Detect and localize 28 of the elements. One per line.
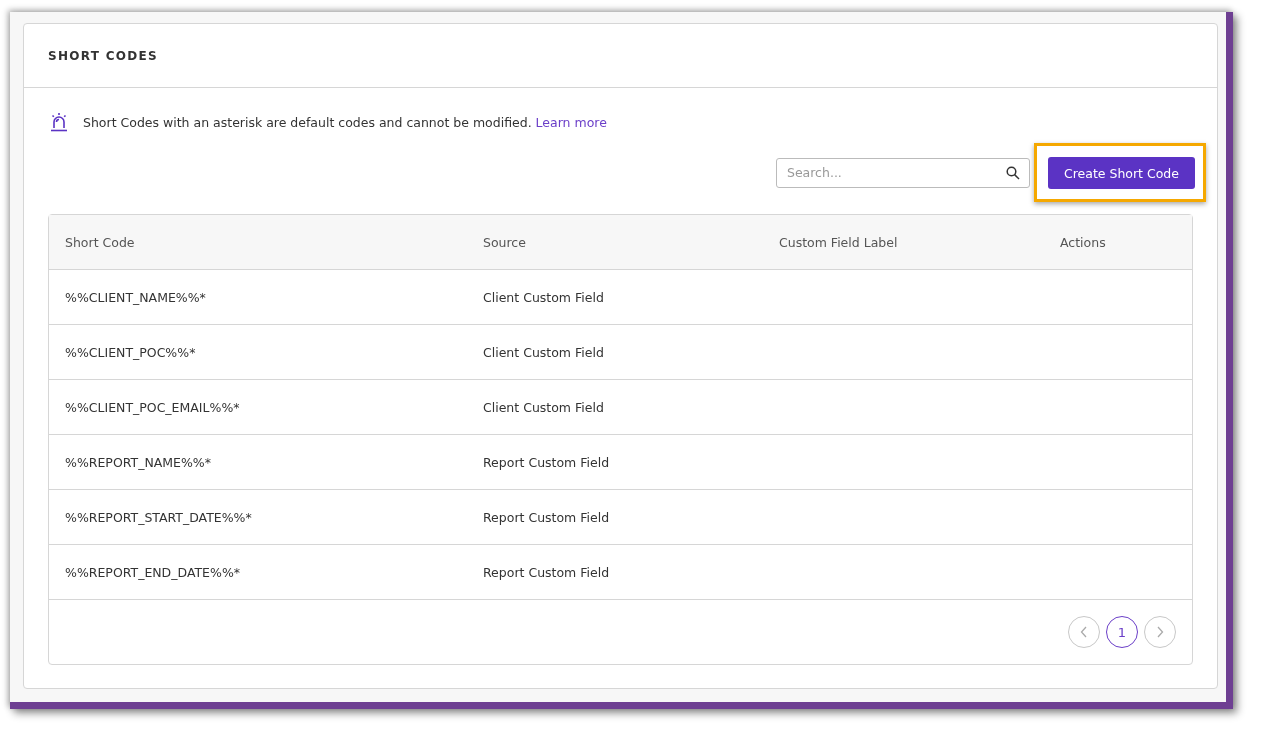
table-cell: %%REPORT_END_DATE%%* (65, 564, 241, 580)
column-header: Custom Field Label (763, 215, 1044, 270)
table-cell: %%REPORT_NAME%%* (65, 454, 211, 470)
notice-text: Short Codes with an asterisk are default codes and cannot be modified. Learn more (83, 114, 607, 130)
table-cell: Report Custom Field (483, 509, 610, 525)
next-page-button[interactable] (1144, 616, 1176, 648)
previous-page-button[interactable] (1068, 616, 1100, 648)
chevron-right-icon (1156, 626, 1164, 638)
table-cell: %%CLIENT_POC%%* (65, 344, 196, 360)
column-header: Short Code (49, 215, 467, 270)
chevron-left-icon (1080, 626, 1088, 638)
table-cell: Client Custom Field (483, 344, 604, 360)
page-button[interactable]: 1 (1106, 616, 1138, 648)
alarm-icon (50, 112, 68, 132)
table-cell: %%CLIENT_POC_EMAIL%%* (65, 399, 240, 415)
table-cell: Client Custom Field (483, 289, 604, 305)
table-cell: %%REPORT_START_DATE%%* (65, 509, 252, 525)
table-cell: %%CLIENT_NAME%%* (65, 289, 206, 305)
card-title: SHORT CODES (48, 48, 159, 63)
column-header: Source (467, 215, 763, 270)
create-short-code-button[interactable]: Create Short Code (1047, 157, 1195, 189)
search-icon (1005, 165, 1020, 180)
table-cell: Report Custom Field (483, 454, 610, 470)
table-cell: Client Custom Field (483, 399, 604, 415)
column-header: Actions (1044, 215, 1192, 270)
table-cell: Report Custom Field (483, 564, 610, 580)
search-field[interactable]: Search... (775, 157, 1030, 188)
learn-more-link[interactable]: Learn more (535, 114, 607, 130)
